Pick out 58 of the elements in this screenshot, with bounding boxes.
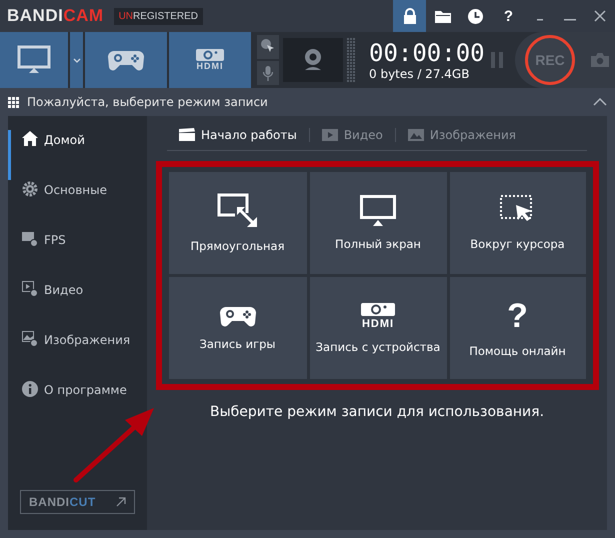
level-meter-drawing — [347, 38, 355, 82]
projector-icon — [196, 49, 224, 61]
video-gear-icon — [22, 281, 38, 297]
record-mode-tile[interactable]: Прямоугольная — [168, 172, 306, 274]
record-mode-tile[interactable]: Запись игры — [168, 277, 306, 379]
tab[interactable]: Изображения — [396, 128, 528, 142]
gamepad-icon — [108, 49, 144, 71]
clapperboard-icon — [179, 128, 195, 142]
close-icon[interactable] — [594, 10, 606, 22]
sidebar-item[interactable]: Изображения — [8, 330, 147, 380]
recording-timer: 00:00:00 — [369, 39, 485, 67]
sidebar-item[interactable]: FPS — [8, 230, 147, 280]
monitor-icon — [360, 195, 396, 227]
microphone-icon — [263, 66, 273, 80]
image-gear-icon — [22, 331, 38, 347]
record-mode-tile[interactable]: Полный экран — [310, 172, 446, 274]
help-button[interactable]: ? — [492, 0, 525, 32]
record-mode-tile[interactable]: ? Помощь онлайн — [450, 277, 586, 379]
gamepad-icon — [220, 305, 256, 327]
lock-icon — [402, 8, 416, 24]
sidebar-item[interactable]: Основные — [8, 180, 147, 230]
instruction-text: Выберите режим записи для использования. — [210, 404, 544, 420]
screen-mode-button[interactable] — [0, 32, 68, 88]
question-mark-icon: ? — [507, 298, 528, 334]
hdmi-label: HDMI — [362, 318, 394, 330]
file-size-text: 0 bytes / 27.4GB — [369, 67, 470, 81]
bandicut-button[interactable]: BANDICUT — [20, 490, 135, 514]
webcam-icon — [302, 48, 324, 72]
unregistered-badge: UNREGISTERED — [114, 8, 204, 24]
play-icon — [322, 128, 338, 142]
monitor-icon — [17, 45, 51, 75]
record-mode-tile[interactable]: HDMI Запись с устройства — [310, 277, 446, 379]
external-link-icon — [116, 497, 126, 507]
device-mode-button[interactable]: HDMI — [169, 32, 251, 88]
gear-icon — [22, 181, 38, 197]
chevron-up-icon[interactable] — [593, 98, 607, 106]
bandicam-logo: BANDICAM — [7, 6, 104, 26]
chevron-down-icon — [72, 58, 80, 62]
mode-prompt-title: Пожалуйста, выберите режим записи — [27, 95, 268, 109]
sidebar-item[interactable]: О программе — [8, 380, 147, 430]
tab[interactable]: Видео — [310, 128, 395, 142]
game-mode-button[interactable] — [85, 32, 167, 88]
clock-icon — [468, 8, 483, 24]
microphone-button[interactable] — [257, 61, 279, 85]
record-mode-tile[interactable]: Вокруг курсора — [450, 172, 586, 274]
grid-icon — [8, 96, 19, 108]
info-icon — [22, 381, 38, 397]
lock-button[interactable] — [393, 0, 426, 32]
projector-icon — [361, 302, 395, 316]
film-gear-icon — [22, 231, 38, 247]
tab[interactable]: Начало работы — [167, 128, 309, 142]
folder-icon — [434, 10, 450, 22]
webcam-button[interactable] — [283, 38, 343, 82]
cursor-button[interactable] — [257, 35, 279, 59]
sidebar-item[interactable]: Видео — [8, 280, 147, 330]
image-icon — [408, 128, 424, 142]
home-icon — [22, 131, 38, 147]
resize-rectangle-icon — [216, 193, 258, 229]
